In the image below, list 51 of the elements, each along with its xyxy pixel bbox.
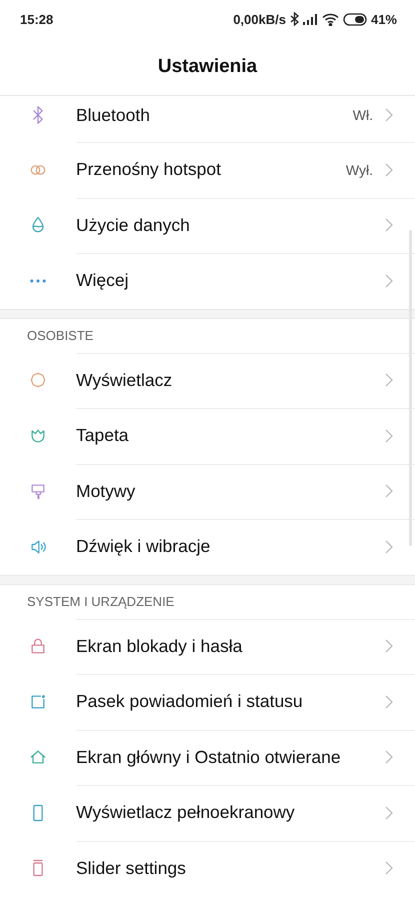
- item-label: Ekran blokady i hasła: [76, 636, 244, 657]
- chevron-icon: [385, 108, 393, 122]
- item-label: Ekran główny i Ostatnio otwierane: [76, 746, 342, 768]
- settings-item[interactable]: Tapeta: [0, 408, 415, 464]
- item-label: Tapeta: [76, 425, 130, 446]
- item-label: Motywy: [76, 480, 136, 502]
- item-label: Wyświetlacz pełnoekranowy: [76, 802, 296, 824]
- chevron-icon: [385, 806, 393, 820]
- chevron-icon: [385, 861, 393, 876]
- chevron-icon: [385, 373, 393, 388]
- chevron-icon: [385, 639, 393, 654]
- battery-icon: [342, 12, 367, 26]
- item-label: Dźwięk i wibracje: [76, 536, 212, 558]
- chevron-icon: [385, 694, 393, 709]
- settings-item[interactable]: Slider settings: [0, 840, 415, 896]
- settings-item[interactable]: Użycie danych: [0, 198, 415, 253]
- settings-item[interactable]: Przenośny hotspot Wył.: [0, 142, 415, 198]
- status-time: 15:28: [20, 12, 54, 26]
- chevron-icon: [385, 218, 393, 232]
- page-title: Ustawienia: [158, 56, 258, 78]
- item-label: Pasek powiadomień i statusu: [76, 691, 304, 712]
- item-label: Użycie danych: [76, 214, 191, 236]
- bluetooth-icon: [290, 12, 299, 26]
- settings-item[interactable]: Wyświetlacz: [0, 352, 415, 408]
- chevron-icon: [385, 540, 393, 554]
- item-label: Więcej: [76, 270, 130, 292]
- signal-icon: [302, 13, 318, 25]
- chevron-icon: [385, 428, 393, 443]
- settings-item[interactable]: Więcej: [0, 253, 415, 308]
- settings-item[interactable]: Ekran blokady i hasła: [0, 618, 415, 674]
- section-header: SYSTEM I URZĄDZENIE: [27, 594, 174, 609]
- settings-item[interactable]: Bluetooth Wł.: [0, 96, 415, 142]
- network-speed: 0,00kB/s: [233, 12, 286, 26]
- item-value: Wł.: [352, 107, 373, 123]
- settings-item[interactable]: Wyświetlacz pełnoekranowy: [0, 785, 415, 840]
- battery-percent: 41%: [370, 12, 397, 26]
- chevron-icon: [385, 750, 393, 764]
- settings-item[interactable]: Pasek powiadomień i statusu: [0, 674, 415, 730]
- item-label: Slider settings: [76, 858, 187, 879]
- item-label: Przenośny hotspot: [76, 159, 222, 180]
- section-header: OSOBISTE: [27, 328, 94, 343]
- item-label: Wyświetlacz: [76, 370, 174, 391]
- item-label: Bluetooth: [76, 104, 151, 126]
- chevron-icon: [385, 274, 393, 288]
- chevron-icon: [385, 484, 393, 498]
- item-value: Wył.: [346, 162, 373, 178]
- wifi-icon: [322, 12, 339, 26]
- chevron-icon: [385, 162, 393, 177]
- settings-item[interactable]: Motywy: [0, 464, 415, 519]
- settings-item[interactable]: Ekran główny i Ostatnio otwierane: [0, 730, 415, 785]
- settings-item[interactable]: Dźwięk i wibracje: [0, 519, 415, 574]
